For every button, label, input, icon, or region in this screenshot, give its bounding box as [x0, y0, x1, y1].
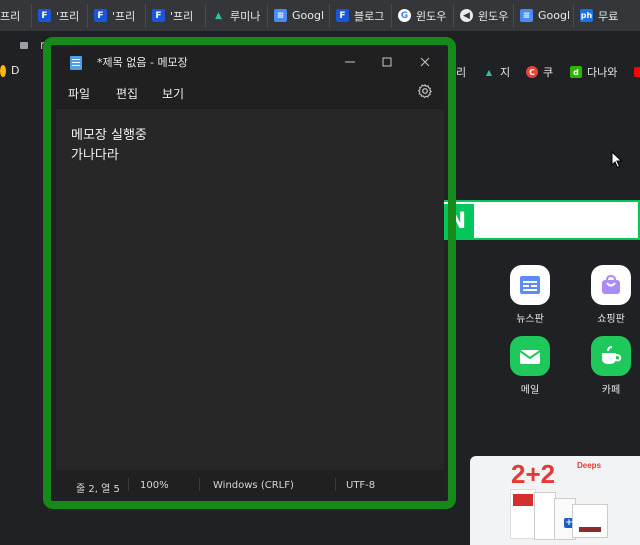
bookmark-label: 다나와 — [587, 66, 618, 79]
window-title: *제목 없음 - 메모장 — [97, 56, 188, 69]
f-icon: F — [152, 9, 165, 22]
maximize-button[interactable] — [372, 52, 402, 72]
notepad-app-icon — [70, 56, 82, 70]
d-icon: d — [570, 66, 582, 78]
mail-icon — [519, 350, 541, 364]
status-divider — [335, 478, 336, 491]
text-editor[interactable]: 메모장 실행중 가나다라 — [56, 109, 444, 470]
status-bar: 줄 2, 열 5 100% Windows (CRLF) UTF-8 — [56, 471, 444, 497]
bookmark-item[interactable]: ▲ 지 — [483, 64, 510, 80]
browser-tab[interactable]: F '프리 — [32, 3, 88, 28]
maximize-icon — [382, 57, 392, 67]
google-icon: G — [398, 9, 411, 22]
minimize-button[interactable] — [335, 52, 365, 72]
tab-title: 블로그 — [354, 9, 385, 23]
shortcut-mail[interactable]: 메일 — [500, 336, 560, 396]
menu-bar: 파일 편집 보기 — [56, 78, 444, 108]
tab-title: 윈도우 — [478, 9, 509, 23]
browser-tab[interactable]: F 블로그 — [330, 3, 392, 28]
shopping-bag-icon — [602, 274, 620, 294]
tab-title: '프리 — [170, 9, 194, 23]
menu-file[interactable]: 파일 — [68, 85, 90, 102]
product-image — [534, 492, 556, 540]
circle-icon — [0, 64, 6, 77]
browser-tab-strip: 프리 F '프리 F '프리 F '프리 ▲ 루미나 ≡ Googl F 블로그… — [0, 0, 640, 31]
ph-icon: ph — [580, 9, 593, 22]
tab-title: '프리 — [112, 9, 136, 23]
tab-title: 루미나 — [230, 9, 261, 23]
text-line: 가나다라 — [71, 148, 119, 163]
bookmark-item[interactable]: C 쿠 — [526, 64, 553, 80]
browser-tab[interactable]: ◀ 윈도우 — [454, 3, 514, 28]
browser-tab[interactable]: ▲ 루미나 — [206, 3, 268, 28]
tab-title: '프리 — [56, 9, 80, 23]
tab-title: 윈도우 — [416, 9, 447, 23]
menu-view[interactable]: 보기 — [162, 85, 184, 102]
settings-button[interactable] — [417, 83, 433, 99]
browser-tab[interactable]: ≡ Googl — [268, 3, 330, 28]
shortcut-label: 메일 — [520, 385, 540, 396]
youtube-icon[interactable] — [634, 67, 640, 77]
shortcut-shopping[interactable]: 쇼핑판 — [581, 265, 640, 325]
f-icon: F — [336, 9, 349, 22]
cafe-icon — [602, 346, 622, 364]
tab-title: 프리 — [0, 9, 21, 23]
news-icon — [520, 276, 540, 294]
status-divider — [128, 478, 129, 491]
browser-tab[interactable]: G 윈도우 — [392, 3, 454, 28]
bookmark-label: 쿠 — [543, 66, 554, 79]
bookmark-label: 리 — [456, 66, 467, 79]
text-line: 메모장 실행중 — [71, 128, 147, 143]
graduation-cap-icon: ▲ — [485, 67, 493, 77]
cursor-position: 줄 2, 열 5 — [76, 484, 120, 495]
c-icon: C — [526, 66, 538, 78]
ad-headline: 2+2 — [511, 459, 556, 489]
gear-icon — [418, 84, 432, 98]
bookmark-item[interactable]: D — [0, 64, 19, 77]
close-button[interactable] — [410, 52, 440, 72]
tab-title: Googl — [292, 9, 325, 22]
browser-tab[interactable]: 프리 — [0, 3, 32, 28]
shortcut-news[interactable]: 뉴스판 — [500, 265, 560, 325]
lock-icon — [20, 42, 28, 49]
ad-brand: Deeps — [577, 461, 602, 470]
shortcut-cafe[interactable]: 카페 — [581, 336, 640, 396]
tab-title: 무료 — [598, 9, 619, 23]
browser-tab[interactable]: F '프리 — [146, 3, 206, 28]
close-icon — [420, 57, 430, 67]
bookmark-item[interactable]: d 다나와 — [570, 64, 617, 80]
google-docs-icon: ≡ — [274, 9, 287, 22]
menu-edit[interactable]: 편집 — [116, 85, 138, 102]
f-icon: F — [38, 9, 51, 22]
encoding: UTF-8 — [346, 480, 376, 491]
google-docs-icon: ≡ — [520, 9, 533, 22]
mouse-cursor-icon — [611, 151, 623, 169]
shortcut-label: 쇼핑판 — [597, 314, 625, 325]
shortcut-label: 카페 — [601, 385, 621, 396]
status-divider — [199, 478, 200, 491]
bookmark-label: D — [11, 64, 20, 77]
product-image — [510, 489, 536, 539]
zoom-level: 100% — [140, 480, 169, 491]
browser-tab[interactable]: ph 무료 — [574, 4, 630, 28]
bookmark-label: 지 — [500, 66, 511, 79]
tab-title: Googl — [538, 9, 571, 22]
f-icon: F — [94, 9, 107, 22]
hex-icon: ◀ — [460, 9, 473, 22]
minimize-icon — [345, 61, 355, 63]
shortcut-label: 뉴스판 — [516, 314, 544, 325]
browser-tab[interactable]: F '프리 — [88, 3, 146, 28]
advertisement-banner[interactable]: 2+2 Deeps + — [470, 456, 640, 545]
title-bar[interactable]: *제목 없음 - 메모장 — [56, 50, 444, 74]
graduation-cap-icon: ▲ — [215, 10, 222, 21]
line-ending: Windows (CRLF) — [213, 480, 294, 491]
product-image — [572, 504, 608, 538]
bookmark-item[interactable]: 리 — [456, 64, 466, 80]
browser-tab[interactable]: ≡ Googl — [514, 3, 574, 28]
notepad-window: *제목 없음 - 메모장 파일 편집 보기 메모장 실행중 가나다라 줄 2, … — [56, 50, 444, 497]
